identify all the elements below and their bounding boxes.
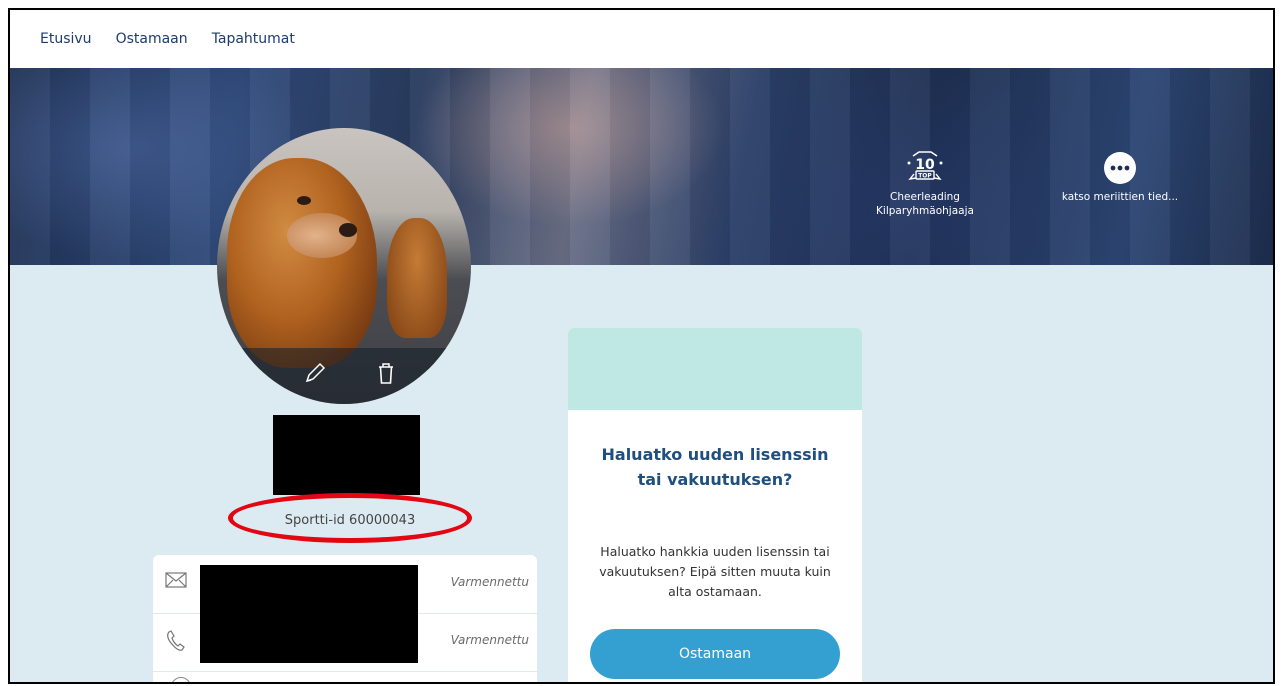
merit-more-label: katso meriittien tied... bbox=[1061, 191, 1179, 203]
merit-badge-line2: Kilparyhmäohjaaja bbox=[876, 205, 974, 217]
profile-avatar bbox=[217, 128, 471, 404]
license-card-title: Haluatko uuden lisenssin tai vakuutuksen… bbox=[601, 445, 829, 489]
mail-icon bbox=[165, 571, 187, 593]
nav-tapahtumat[interactable]: Tapahtumat bbox=[212, 31, 295, 47]
avatar-actions-bar bbox=[217, 348, 471, 404]
top10-badge-icon: 10 TOP bbox=[907, 151, 943, 180]
trash-icon[interactable] bbox=[373, 360, 399, 386]
nav-etusivu[interactable]: Etusivu bbox=[40, 31, 92, 47]
hero-banner: 10 TOP Cheerleading Kilparyhmäohjaaja ka… bbox=[10, 68, 1273, 265]
license-card-body: Haluatko hankkia uuden lisenssin tai vak… bbox=[599, 544, 831, 599]
svg-text:TOP: TOP bbox=[918, 173, 932, 180]
license-card-header bbox=[568, 328, 862, 410]
pencil-icon[interactable] bbox=[302, 360, 328, 386]
avatar-photo-dog bbox=[387, 218, 447, 338]
license-card: Haluatko uuden lisenssin tai vakuutuksen… bbox=[568, 328, 862, 682]
ostamaan-button[interactable]: Ostamaan bbox=[590, 629, 840, 679]
nav-ostamaan[interactable]: Ostamaan bbox=[116, 31, 188, 47]
avatar-photo-dog bbox=[227, 158, 377, 368]
phone-verified-status: Varmennettu bbox=[450, 633, 529, 647]
redacted-contact bbox=[200, 565, 418, 663]
top-nav: Etusivu Ostamaan Tapahtumat bbox=[10, 10, 1273, 68]
merit-badge-cheerleading[interactable]: 10 TOP Cheerleading Kilparyhmäohjaaja bbox=[870, 150, 980, 218]
merit-more-button[interactable]: katso meriittien tied... bbox=[1050, 150, 1190, 204]
sportti-id: Sportti-id 60000043 bbox=[284, 513, 416, 528]
redacted-name bbox=[273, 415, 420, 495]
merit-badge-line1: Cheerleading bbox=[890, 191, 960, 203]
app-frame: Etusivu Ostamaan Tapahtumat 10 TOP Cheer… bbox=[8, 8, 1275, 684]
phone-icon bbox=[165, 629, 187, 657]
more-dots-icon bbox=[1104, 152, 1136, 184]
email-verified-status: Varmennettu bbox=[450, 575, 529, 589]
partial-icon bbox=[171, 677, 191, 682]
